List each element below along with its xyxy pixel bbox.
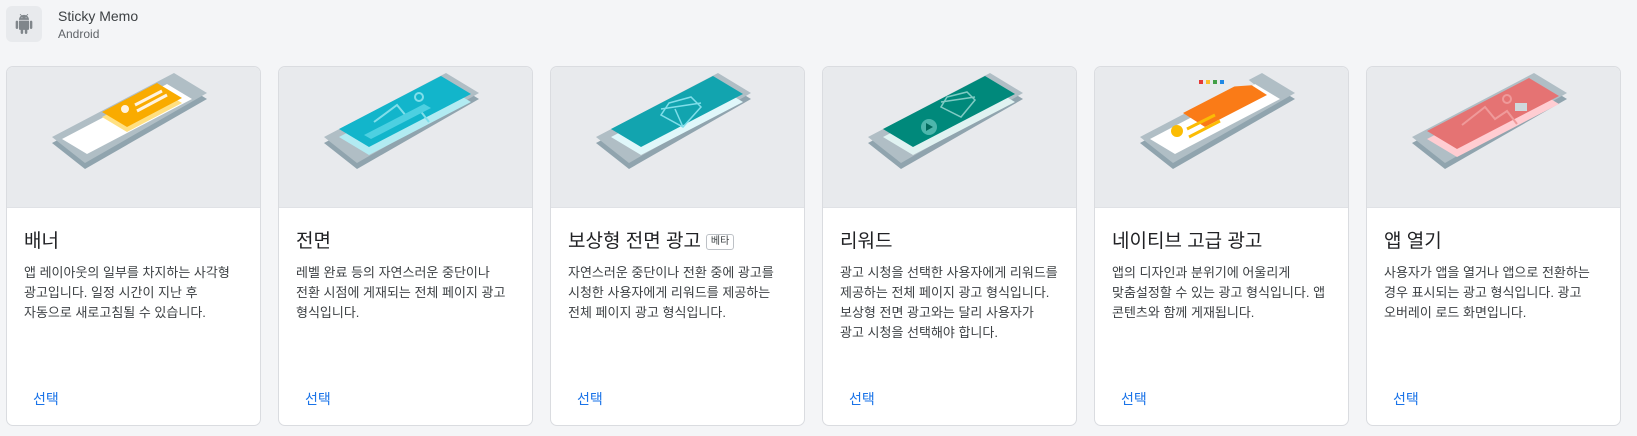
card-title: 보상형 전면 광고 베타 <box>568 230 788 254</box>
select-button[interactable]: 선택 <box>1112 383 1156 415</box>
select-button[interactable]: 선택 <box>568 383 612 415</box>
app-name: Sticky Memo <box>58 7 139 24</box>
card-title: 네이티브 고급 광고 <box>1112 231 1263 252</box>
interstitial-illustration <box>279 67 532 208</box>
select-button[interactable]: 선택 <box>840 383 884 415</box>
app-header: Sticky Memo Android <box>6 5 138 43</box>
ad-format-cards: 배너 앱 레이아웃의 일부를 차지하는 사각형 광고입니다. 일정 시간이 지난… <box>6 66 1621 426</box>
select-button[interactable]: 선택 <box>1384 383 1428 415</box>
card-description: 광고 시청을 선택한 사용자에게 리워드를 제공하는 전체 페이지 광고 형식입… <box>840 265 1058 340</box>
android-icon <box>6 6 42 42</box>
card-description: 앱 레이아웃의 일부를 차지하는 사각형 광고입니다. 일정 시간이 지난 후 … <box>24 265 230 320</box>
ad-format-card-rewarded-interstitial[interactable]: 보상형 전면 광고 베타 자연스러운 중단이나 전환 중에 광고를 시청한 사용자… <box>550 66 805 426</box>
select-button[interactable]: 선택 <box>296 383 340 415</box>
app-platform: Android <box>58 26 100 41</box>
banner-illustration <box>7 67 260 208</box>
ad-format-card-native[interactable]: 네이티브 고급 광고 앱의 디자인과 분위기에 어울리게 맞춤설정할 수 있는 … <box>1094 66 1349 426</box>
app-open-illustration <box>1367 67 1620 208</box>
card-description: 자연스러운 중단이나 전환 중에 광고를 시청한 사용자에게 리워드를 제공하는… <box>568 265 774 320</box>
native-illustration <box>1095 67 1348 208</box>
card-description: 사용자가 앱을 열거나 앱으로 전환하는 경우 표시되는 광고 형식입니다. 광… <box>1384 265 1590 320</box>
card-title: 전면 <box>296 231 331 252</box>
ad-format-card-banner[interactable]: 배너 앱 레이아웃의 일부를 차지하는 사각형 광고입니다. 일정 시간이 지난… <box>6 66 261 426</box>
beta-badge: 베타 <box>705 234 735 250</box>
card-description: 앱의 디자인과 분위기에 어울리게 맞춤설정할 수 있는 광고 형식입니다. 앱… <box>1112 265 1326 320</box>
card-title: 리워드 <box>840 231 893 252</box>
ad-format-card-interstitial[interactable]: 전면 레벨 완료 등의 자연스러운 중단이나 전환 시점에 게재되는 전체 페이… <box>278 66 533 426</box>
rewarded-interstitial-illustration <box>551 67 804 208</box>
ad-format-card-app-open[interactable]: 앱 열기 사용자가 앱을 열거나 앱으로 전환하는 경우 표시되는 광고 형식입… <box>1366 66 1621 426</box>
ad-format-card-rewarded[interactable]: 리워드 광고 시청을 선택한 사용자에게 리워드를 제공하는 전체 페이지 광고… <box>822 66 1077 426</box>
rewarded-illustration <box>823 67 1076 208</box>
select-button[interactable]: 선택 <box>24 383 68 415</box>
card-title: 앱 열기 <box>1384 231 1442 252</box>
card-title: 배너 <box>24 231 59 252</box>
card-description: 레벨 완료 등의 자연스러운 중단이나 전환 시점에 게재되는 전체 페이지 광… <box>296 265 506 320</box>
